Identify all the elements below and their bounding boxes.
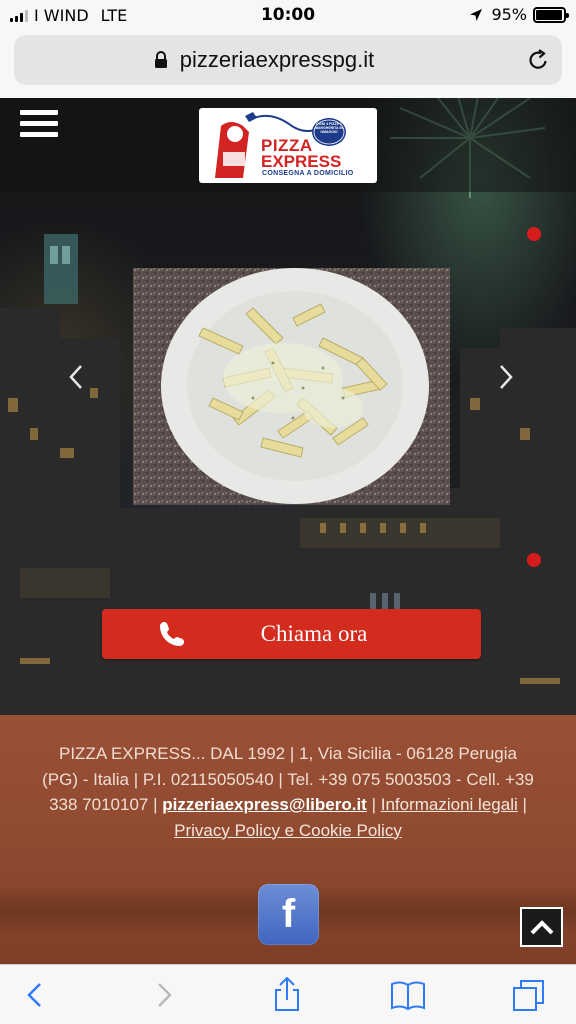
logo-express-text: EXPRESS bbox=[261, 152, 342, 171]
call-now-label: Chiama ora bbox=[260, 621, 368, 646]
logo-tagline: CONSEGNA A DOMICILIO bbox=[262, 170, 354, 177]
location-arrow-icon bbox=[470, 8, 483, 21]
site-footer: PIZZA EXPRESS... DAL 1992 | 1, Via Sicil… bbox=[0, 715, 576, 964]
call-now-button[interactable]: Chiama ora bbox=[102, 609, 481, 659]
url-text: pizzeriaexpresspg.it bbox=[179, 47, 375, 72]
footer-info: PIZZA EXPRESS... DAL 1992 | 1, Via Sicil… bbox=[40, 741, 536, 843]
status-bar: I WIND LTE 10:00 95% bbox=[0, 0, 576, 30]
pizza-express-logo[interactable]: OGNI 4 PIZZE 1 MARGHERITA IN OMAGGIO PIZ… bbox=[199, 108, 377, 183]
tabs-icon[interactable] bbox=[511, 977, 547, 1013]
status-right: 95% bbox=[469, 5, 569, 24]
hamburger-icon[interactable] bbox=[20, 108, 60, 138]
forward-icon[interactable] bbox=[145, 977, 181, 1013]
logo-badge-text: OGNI 4 PIZZE 1 MARGHERITA IN OMAGGIO bbox=[315, 122, 343, 134]
chevron-left-icon[interactable] bbox=[64, 362, 88, 392]
chevron-up-icon bbox=[530, 920, 554, 935]
footer-separator: | bbox=[517, 795, 527, 814]
facebook-icon: f bbox=[281, 892, 296, 936]
footer-email-link[interactable]: pizzeriaexpress@libero.it bbox=[162, 795, 367, 814]
footer-separator: | bbox=[366, 795, 381, 814]
reload-icon[interactable] bbox=[526, 48, 550, 72]
slider-indicator-dot[interactable] bbox=[527, 227, 541, 241]
footer-legal-link[interactable]: Informazioni legali bbox=[381, 795, 518, 814]
share-icon[interactable] bbox=[269, 977, 305, 1013]
website: OGNI 4 PIZZE 1 MARGHERITA IN OMAGGIO PIZ… bbox=[0, 98, 576, 964]
url-field[interactable]: pizzeriaexpresspg.it bbox=[14, 35, 562, 85]
browser-toolbar bbox=[0, 964, 576, 1024]
slider-photo-pasta[interactable] bbox=[133, 268, 450, 505]
facebook-button[interactable]: f bbox=[258, 884, 319, 945]
site-header: OGNI 4 PIZZE 1 MARGHERITA IN OMAGGIO PIZ… bbox=[0, 98, 576, 192]
back-to-top-button[interactable] bbox=[520, 907, 563, 947]
footer-privacy-link[interactable]: Privacy Policy e Cookie Policy bbox=[174, 821, 402, 840]
back-icon[interactable] bbox=[18, 977, 54, 1013]
battery-icon bbox=[533, 6, 569, 23]
slider-indicator-dot[interactable] bbox=[527, 553, 541, 567]
battery-percent: 95% bbox=[491, 5, 527, 24]
bookmarks-icon[interactable] bbox=[390, 977, 426, 1013]
chevron-right-icon[interactable] bbox=[494, 362, 518, 392]
browser-address-bar: pizzeriaexpresspg.it bbox=[0, 30, 576, 98]
lock-icon bbox=[154, 51, 167, 68]
